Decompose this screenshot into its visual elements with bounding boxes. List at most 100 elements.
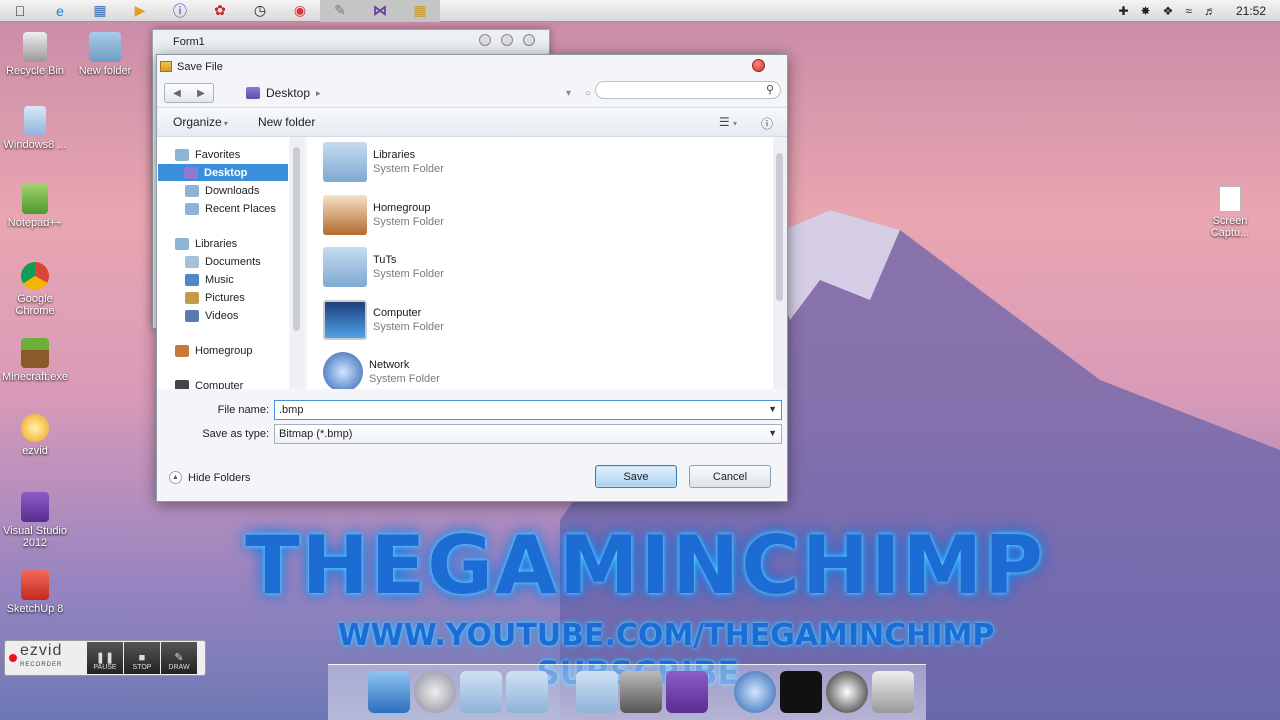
volume-icon[interactable]: ♬ [1204,4,1216,18]
clock[interactable]: 21:52 [1236,4,1266,18]
refresh-icon[interactable]: ○ [585,88,591,99]
dock [328,664,926,720]
downloads-icon [185,184,199,197]
music-folder-icon[interactable] [506,671,548,713]
notes-icon[interactable]: ✎ [320,0,360,22]
dropbox-icon[interactable]: ❖ [1163,4,1174,18]
list-item-libraries[interactable]: Libraries System Folder [323,139,444,185]
nav-item-documents[interactable]: Documents [185,253,261,270]
nav-item-computer[interactable]: Computer [175,377,243,389]
search-input[interactable]: ⚲ [595,81,781,99]
nav-item-music[interactable]: Music [185,271,234,288]
chevron-down-icon[interactable]: ▼ [768,428,777,438]
network-icon[interactable] [734,671,776,713]
file-list-scrollbar[interactable] [773,137,787,389]
navigation-pane: Favorites Desktop Downloads Recent Place… [157,137,289,389]
desktop-icon-ezvid[interactable]: ezvid [0,414,73,457]
breadcrumb[interactable]: Desktop ▸ [246,86,546,100]
desktop-icon-windows8[interactable]: Windows8 ... [0,106,73,151]
file-name-value: .bmp [279,404,304,416]
item-name: Homegroup [373,202,431,214]
visual-studio-icon[interactable]: ⋈ [360,0,400,22]
notepad-icon[interactable]: ▦ [80,0,120,22]
view-options-icon[interactable]: ☰ ▾ [719,115,737,132]
organize-button[interactable]: Organize [173,115,228,129]
desktop-icon-screen-capture[interactable]: Screen Captu... [1200,186,1260,239]
wifi-icon[interactable]: ≈ [1185,4,1192,18]
pause-button[interactable]: ❚❚ PAUSE [87,642,123,674]
dialog-toolbar: Organize New folder ☰ ▾ ⓘ [157,107,787,137]
file-name-input[interactable]: .bmp ▼ [274,400,782,420]
desktop-icon-recycle-bin[interactable]: Recycle Bin [0,32,73,77]
stop-button[interactable]: ■ STOP [124,642,160,674]
ezvid-logo-text: ezvid [20,642,63,659]
chevron-right-icon[interactable]: ▸ [316,88,321,99]
network-globe-icon [323,352,363,389]
tshirt-icon[interactable] [780,671,822,713]
cancel-button[interactable]: Cancel [689,465,771,488]
hide-folders-button[interactable]: ▲ Hide Folders [169,471,250,484]
desktop-icon-new-folder[interactable]: New folder [67,32,143,77]
clock-icon[interactable]: ◷ [240,0,280,22]
nav-item-favorites[interactable]: Favorites [175,146,240,163]
nav-scrollbar[interactable] [290,137,304,389]
forms-icon[interactable]: ▦ [400,0,440,22]
media-icon[interactable]: ▶ [120,0,160,22]
scroll-thumb[interactable] [293,147,300,331]
chevron-up-icon: ▲ [169,471,182,484]
search-icon[interactable]: ⚲ [766,83,774,96]
nav-item-videos[interactable]: Videos [185,307,238,324]
notepad-plus-icon [22,184,48,214]
info-icon[interactable]: ⓘ [160,0,200,22]
list-item-computer[interactable]: Computer System Folder [323,297,444,343]
nav-item-pictures[interactable]: Pictures [185,289,245,306]
dashboard-icon[interactable] [414,671,456,713]
paint-icon[interactable]: ✿ [200,0,240,22]
list-item-network[interactable]: Network System Folder [323,349,440,389]
save-button[interactable]: Save [595,465,677,488]
ie-icon[interactable]: e [40,0,80,22]
pictures-folder-icon[interactable] [576,671,618,713]
desktop-icon-chrome[interactable]: Google Chrome [0,262,73,317]
finder-icon[interactable] [368,671,410,713]
scroll-thumb[interactable] [776,153,783,301]
visual-studio-icon[interactable] [666,671,708,713]
list-item-tuts[interactable]: TuTs System Folder [323,244,444,290]
breadcrumb-desktop[interactable]: Desktop [266,86,310,100]
draw-label: DRAW [168,664,190,671]
nav-item-recent-places[interactable]: Recent Places [185,200,276,217]
item-type: System Folder [373,216,444,228]
nav-item-homegroup[interactable]: Homegroup [175,342,252,359]
maximize-icon[interactable] [501,34,513,46]
forward-button[interactable]: ▶ [189,84,213,102]
close-icon[interactable] [523,34,535,46]
desktop-icon-notepad-plus[interactable]: Notepad++ [0,184,73,229]
save-type-label: Save as type: [202,428,269,440]
draw-button[interactable]: ✎ DRAW [161,642,197,674]
pictures-icon [185,291,199,304]
nav-label: Documents [205,255,261,268]
chrome-icon[interactable]: ◉ [280,0,320,22]
gauge-icon[interactable] [826,671,868,713]
pin-icon[interactable]: ✸ [1141,4,1151,18]
apple-icon[interactable]:  [0,0,40,22]
back-button[interactable]: ◀ [165,84,189,102]
minimize-icon[interactable] [479,34,491,46]
close-button[interactable] [752,59,765,72]
nav-item-libraries[interactable]: Libraries [175,235,237,252]
new-folder-button[interactable]: New folder [258,115,315,129]
list-item-homegroup[interactable]: Homegroup System Folder [323,192,444,238]
chevron-down-icon[interactable]: ▾ [566,88,571,99]
desktop-icon-minecraft[interactable]: Minecraft.exe [0,338,73,383]
nav-item-downloads[interactable]: Downloads [185,182,259,199]
system-preferences-icon[interactable] [620,671,662,713]
chevron-down-icon[interactable]: ▼ [768,404,777,414]
save-file-dialog[interactable]: Save File ◀ ▶ Desktop ▸ ▾ ○ ⚲ Organize N… [156,54,788,502]
save-type-select[interactable]: Bitmap (*.bmp) ▼ [274,424,782,444]
desktop-icon-label: New folder [78,65,132,77]
documents-icon[interactable] [460,671,502,713]
help-icon[interactable]: ⓘ [761,115,773,132]
nav-item-desktop[interactable]: Desktop [158,164,288,181]
trash-icon[interactable] [872,671,914,713]
plus-icon[interactable]: ✚ [1118,4,1128,18]
